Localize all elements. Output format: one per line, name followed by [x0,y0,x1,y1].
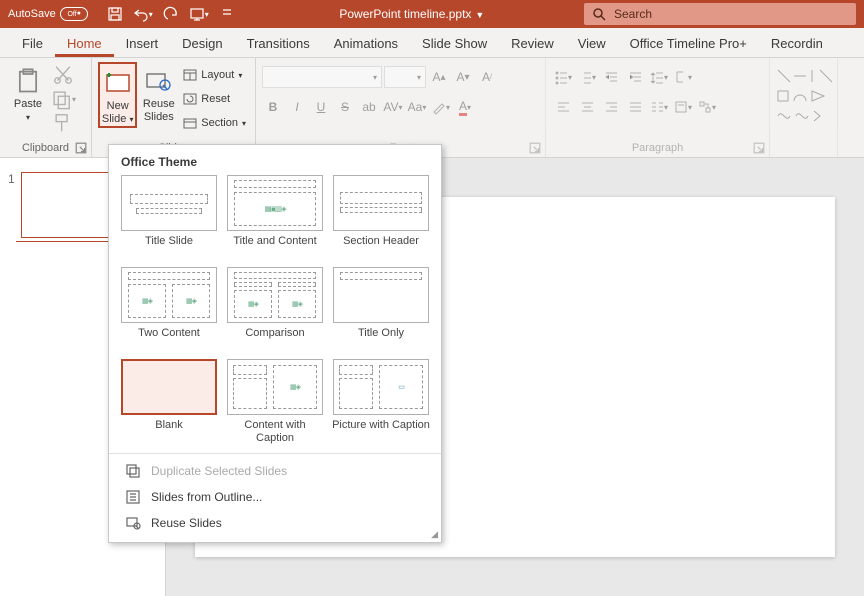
resize-grip-icon[interactable]: ◢ [431,529,438,540]
strike-button[interactable]: S [334,96,356,118]
shadow-button[interactable]: ab [358,96,380,118]
paste-button[interactable]: Paste▾ [6,62,50,124]
group-label: Clipboard [6,140,85,157]
decrease-indent-button[interactable] [600,66,622,88]
group-slides: New Slide ▾ Reuse Slides Layout ▾ Reset … [92,58,256,157]
qat-customize-button[interactable] [214,2,240,26]
reset-button[interactable]: Reset [180,88,249,110]
cut-button[interactable] [52,64,74,86]
numbering-button[interactable]: ▾ [576,66,598,88]
layout-picture-caption[interactable]: ▭ Picture with Caption [331,359,431,445]
quick-access-toolbar: ▾ ▾ [96,2,240,26]
align-right-button[interactable] [600,96,622,118]
layout-button[interactable]: Layout ▾ [180,64,249,86]
title-bar: AutoSave Off● ▾ ▾ PowerPoint timeline.pp… [0,0,864,28]
highlight-button[interactable]: ▾ [430,96,452,118]
from-beginning-button[interactable]: ▾ [186,2,212,26]
menu-duplicate-slides: Duplicate Selected Slides [119,458,431,484]
font-family-select[interactable]: ▾ [262,66,382,88]
bold-button[interactable]: B [262,96,284,118]
decrease-font-button[interactable]: A▾ [452,66,474,88]
tab-recording[interactable]: Recordin [759,30,835,57]
group-paragraph: ▾ ▾ ▾ ▾ ▾ ▾ ▾ Paragraph [546,58,770,157]
ribbon: Paste▾ ▾ Clipboard New Slide ▾ Reuse Sli… [0,58,864,158]
document-title[interactable]: PowerPoint timeline.pptx▼ [240,7,584,21]
shapes-gallery[interactable] [776,68,834,84]
new-slide-button[interactable]: New Slide ▾ [98,62,137,128]
tab-view[interactable]: View [566,30,618,57]
slide-number: 1 [8,172,15,238]
justify-button[interactable] [624,96,646,118]
tab-insert[interactable]: Insert [114,30,171,57]
dialog-launcher-icon[interactable] [529,142,541,154]
new-slide-dropdown: Office Theme Title Slide ▦▣▥◈ Title and … [108,144,442,543]
group-drawing [770,58,838,157]
underline-button[interactable]: U [310,96,332,118]
columns-button[interactable]: ▾ [648,96,670,118]
tab-home[interactable]: Home [55,30,114,57]
tab-review[interactable]: Review [499,30,566,57]
increase-indent-button[interactable] [624,66,646,88]
tab-transitions[interactable]: Transitions [235,30,322,57]
clear-formatting-button[interactable]: A/ [476,66,498,88]
theme-heading: Office Theme [119,153,431,175]
reuse-slides-button[interactable]: Reuse Slides [139,62,178,124]
layout-blank[interactable]: Blank [119,359,219,445]
search-icon [592,7,606,21]
toggle-off-icon: Off● [60,7,88,21]
reuse-icon [125,515,141,531]
char-spacing-button[interactable]: AV▾ [382,96,404,118]
new-slide-icon [100,66,135,100]
outline-icon [125,489,141,505]
undo-button[interactable]: ▾ [130,2,156,26]
clipboard-icon [6,64,50,98]
smartart-button[interactable]: ▾ [696,96,718,118]
search-placeholder: Search [614,7,652,21]
dialog-launcher-icon[interactable] [75,142,87,154]
font-size-select[interactable]: ▾ [384,66,426,88]
layout-content-caption[interactable]: ▦◈ Content with Caption [225,359,325,445]
dialog-launcher-icon[interactable] [753,142,765,154]
duplicate-icon [125,463,141,479]
section-button[interactable]: Section ▾ [180,112,249,134]
reuse-slides-icon [139,64,178,98]
tab-office-timeline[interactable]: Office Timeline Pro+ [618,30,759,57]
autosave-label: AutoSave [8,8,56,20]
menu-reuse-slides[interactable]: Reuse Slides [119,510,431,536]
autosave-toggle[interactable]: AutoSave Off● [0,7,96,21]
format-painter-button[interactable] [52,112,74,134]
layout-section-header[interactable]: Section Header [331,175,431,261]
menu-slides-from-outline[interactable]: Slides from Outline... [119,484,431,510]
layout-title-slide[interactable]: Title Slide [119,175,219,261]
font-color-button[interactable]: A▾ [454,96,476,118]
bullets-button[interactable]: ▾ [552,66,574,88]
tab-design[interactable]: Design [170,30,234,57]
search-input[interactable]: Search [584,3,856,25]
align-text-button[interactable]: ▾ [672,96,694,118]
change-case-button[interactable]: Aa▾ [406,96,428,118]
italic-button[interactable]: I [286,96,308,118]
increase-font-button[interactable]: A▴ [428,66,450,88]
copy-button[interactable]: ▾ [52,88,74,110]
layout-title-content[interactable]: ▦▣▥◈ Title and Content [225,175,325,261]
layout-comparison[interactable]: ▦◈▦◈ Comparison [225,267,325,353]
tab-file[interactable]: File [10,30,55,57]
layout-title-only[interactable]: Title Only [331,267,431,353]
tab-animations[interactable]: Animations [322,30,410,57]
layout-two-content[interactable]: ▦◈▦◈ Two Content [119,267,219,353]
ribbon-tabs: File Home Insert Design Transitions Anim… [0,28,864,58]
line-spacing-button[interactable]: ▾ [648,66,670,88]
redo-button[interactable] [158,2,184,26]
align-center-button[interactable] [576,96,598,118]
align-left-button[interactable] [552,96,574,118]
chevron-down-icon: ▼ [471,10,484,20]
text-direction-button[interactable]: ▾ [672,66,694,88]
tab-slideshow[interactable]: Slide Show [410,30,499,57]
save-button[interactable] [102,2,128,26]
group-label: Paragraph [552,140,763,157]
group-clipboard: Paste▾ ▾ Clipboard [0,58,92,157]
group-font: ▾ ▾ A▴ A▾ A/ B I U S ab AV▾ Aa▾ ▾ A▾ Fon… [256,58,546,157]
